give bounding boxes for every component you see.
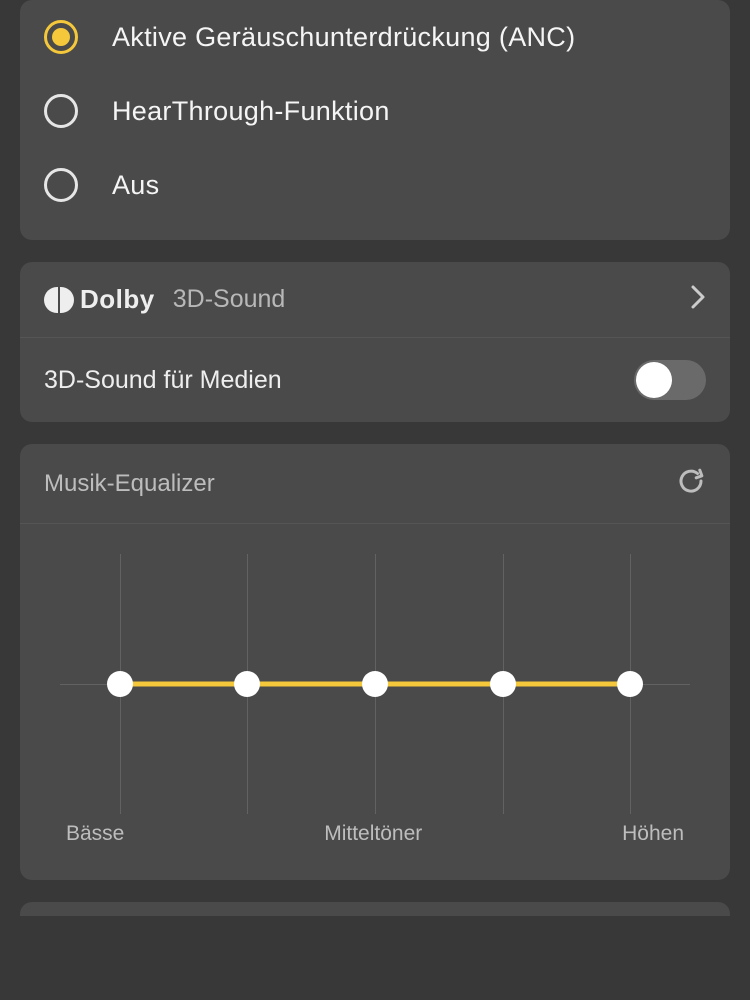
radio-unselected-icon — [44, 168, 78, 202]
eq-band-3-handle[interactable] — [362, 671, 388, 697]
anc-option-label: Aus — [112, 170, 159, 201]
dolby-media-toggle[interactable] — [634, 360, 706, 400]
reset-icon[interactable] — [676, 466, 706, 501]
dolby-media-toggle-row: 3D-Sound für Medien — [20, 337, 730, 422]
eq-axis-labels: Bässe Mitteltöner Höhen — [60, 814, 690, 870]
dolby-logo: Dolby — [44, 284, 155, 315]
dolby-brand-text: Dolby — [80, 284, 155, 315]
eq-band-1-handle[interactable] — [107, 671, 133, 697]
anc-option-label: HearThrough-Funktion — [112, 96, 390, 127]
eq-label-high: Höhen — [622, 822, 684, 846]
eq-label-mid: Mitteltöner — [124, 822, 622, 846]
dolby-card: Dolby 3D-Sound 3D-Sound für Medien — [20, 262, 730, 422]
eq-label-low: Bässe — [66, 822, 124, 846]
radio-selected-icon — [44, 20, 78, 54]
next-card-peek — [20, 902, 730, 916]
eq-band-4-handle[interactable] — [490, 671, 516, 697]
anc-option-label: Aktive Geräuschunterdrückung (ANC) — [112, 22, 575, 53]
dolby-toggle-label: 3D-Sound für Medien — [44, 366, 282, 395]
dolby-icon — [44, 287, 74, 313]
anc-option-hearthrough[interactable]: HearThrough-Funktion — [44, 74, 706, 148]
toggle-knob — [636, 362, 672, 398]
equalizer-card: Musik-Equalizer Bässe Mitteltöner H — [20, 444, 730, 880]
equalizer-body: Bässe Mitteltöner Höhen — [20, 523, 730, 880]
chevron-right-icon — [690, 284, 706, 315]
anc-option-off[interactable]: Aus — [44, 148, 706, 222]
equalizer-title: Musik-Equalizer — [44, 470, 215, 498]
anc-option-anc[interactable]: Aktive Geräuschunterdrückung (ANC) — [44, 0, 706, 74]
eq-band-5-handle[interactable] — [617, 671, 643, 697]
equalizer-grid — [60, 554, 690, 814]
anc-mode-card: Aktive Geräuschunterdrückung (ANC) HearT… — [20, 0, 730, 240]
radio-unselected-icon — [44, 94, 78, 128]
dolby-3d-sound-link[interactable]: Dolby 3D-Sound — [20, 262, 730, 337]
eq-band-2-handle[interactable] — [234, 671, 260, 697]
dolby-link-label: 3D-Sound — [173, 285, 286, 314]
